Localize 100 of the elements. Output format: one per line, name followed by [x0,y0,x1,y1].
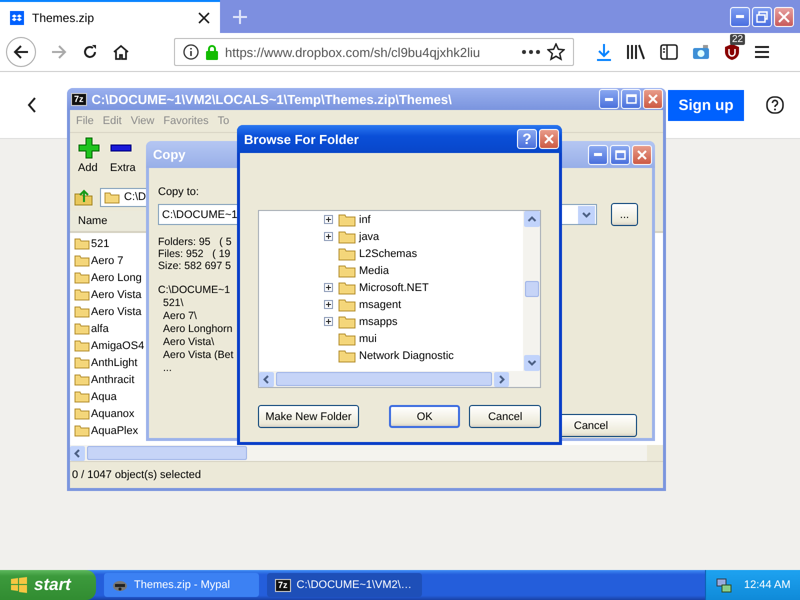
expand-icon[interactable] [324,300,333,309]
camera-icon[interactable] [692,44,710,60]
taskbar-button[interactable]: 7z C:\DOCUME~1\VM2\… [267,573,422,597]
file-name[interactable]: Aero Vista [91,306,142,318]
stats-line: Files: 952 ( 19 [158,248,230,260]
folder-icon [338,332,356,346]
folder-name[interactable]: java [359,230,380,242]
horizontal-scrollbar[interactable] [70,445,647,461]
folder-icon [104,190,120,204]
plus-icon [78,137,100,159]
folder-icon [74,305,90,318]
maximize-button[interactable] [610,144,630,164]
window-title: C:\DOCUME~1\VM2\LOCALS~1\Temp\Themes.zip\Themes\ [92,92,452,106]
scroll-down-icon[interactable] [524,355,540,371]
scroll-thumb[interactable] [87,446,247,460]
close-button[interactable] [774,6,794,26]
expand-icon[interactable] [324,283,333,292]
toolbar-button[interactable]: Extra [110,137,136,174]
scroll-thumb[interactable] [524,281,538,297]
close-icon [544,134,554,144]
home-icon[interactable] [112,44,130,60]
folder-icon [338,212,356,226]
close-button[interactable] [539,129,559,149]
restore-button[interactable] [752,6,772,26]
close-button[interactable] [632,144,652,164]
minimize-button[interactable] [730,6,750,26]
folder-name[interactable]: mui [359,332,377,344]
file-name[interactable]: Aero Vista [91,288,142,300]
file-name[interactable]: 521 [91,238,110,250]
expand-icon[interactable] [324,317,333,326]
more-icon[interactable] [522,50,540,54]
expand-icon[interactable] [324,232,333,241]
tab-title: Themes.zip [32,10,96,24]
restore-icon [756,10,768,22]
folder-icon [74,424,90,437]
flag-icon [10,577,28,593]
file-name[interactable]: AnthLight [91,356,138,368]
browser-tab[interactable]: Themes.zip [0,0,220,33]
stats-line: Size: 582 697 5 [158,260,231,272]
shield-icon[interactable] [724,43,740,61]
menu-icon[interactable] [754,45,770,59]
library-icon[interactable] [626,44,646,60]
address-field[interactable]: https://www.dropbox.com/sh/cl9bu4qjxhk2liu [174,38,574,66]
network-icon[interactable] [716,577,732,593]
file-name[interactable]: AquaPlex [91,424,138,436]
item-line: Aero Vista (Bet [162,349,234,362]
scroll-right-icon[interactable] [494,372,509,386]
file-name[interactable]: AmigaOS4 [91,340,144,352]
folder-name[interactable]: L2Schemas [359,248,418,260]
file-name[interactable]: alfa [91,322,109,334]
folder-name[interactable]: Network Diagnostic [359,350,454,362]
minimize-icon [736,15,744,18]
dialog-button[interactable]: Cancel [469,405,541,428]
reload-icon[interactable] [82,44,98,60]
back-button[interactable] [6,37,36,67]
minimize-button[interactable] [588,144,608,164]
close-icon [637,150,647,160]
sidebar-icon[interactable] [660,44,678,60]
file-name[interactable]: Aquanox [91,408,134,420]
item-line: Aero 7\ [162,310,197,323]
dialog-button[interactable]: Make New Folder [258,405,359,428]
info-icon[interactable] [183,44,199,60]
folder-name[interactable]: msapps [359,316,398,328]
folder-icon [74,322,90,335]
scroll-left-icon[interactable] [70,446,85,460]
dialog-title: Copy [153,147,186,162]
folder-icon [338,298,356,312]
vertical-scrollbar[interactable] [523,211,540,371]
item-line: C:\DOCUME~1 [158,284,230,297]
folder-name[interactable]: inf [359,214,371,226]
scroll-left-icon[interactable] [259,372,274,386]
star-icon[interactable] [547,43,565,61]
close-icon[interactable] [198,12,210,24]
horizontal-scrollbar[interactable] [259,371,540,387]
folder-name[interactable]: msagent [359,298,402,310]
file-name[interactable]: Aero 7 [91,254,124,266]
file-name[interactable]: Aqua [91,390,117,402]
folder-icon [74,373,90,386]
up-folder-icon[interactable] [74,188,94,206]
help-icon[interactable] [766,96,784,114]
file-name[interactable]: Aero Long [91,272,142,284]
start-button[interactable]: start [0,570,96,600]
column-header[interactable]: Name [78,215,108,227]
sign-up-button[interactable]: Sign up [668,90,744,120]
toolbar-button[interactable]: Add [78,137,100,174]
folder-name[interactable]: Microsoft.NET [359,282,429,294]
scroll-thumb[interactable] [276,372,492,386]
download-icon[interactable] [596,43,612,61]
scroll-up-icon[interactable] [524,211,540,227]
taskbar-button[interactable]: Themes.zip - Mypal [104,573,259,597]
dialog-button[interactable]: OK [388,405,460,428]
expand-icon[interactable] [324,215,333,224]
file-name[interactable]: Anthracit [91,374,134,386]
folder-icon [74,254,90,267]
close-icon [778,10,790,22]
back-chevron-icon[interactable] [27,97,37,113]
folder-icon [74,356,90,369]
folder-name[interactable]: Media [359,264,389,276]
browse-button[interactable]: ... [611,203,638,226]
status-text: 0 / 1047 object(s) selected [72,469,202,481]
